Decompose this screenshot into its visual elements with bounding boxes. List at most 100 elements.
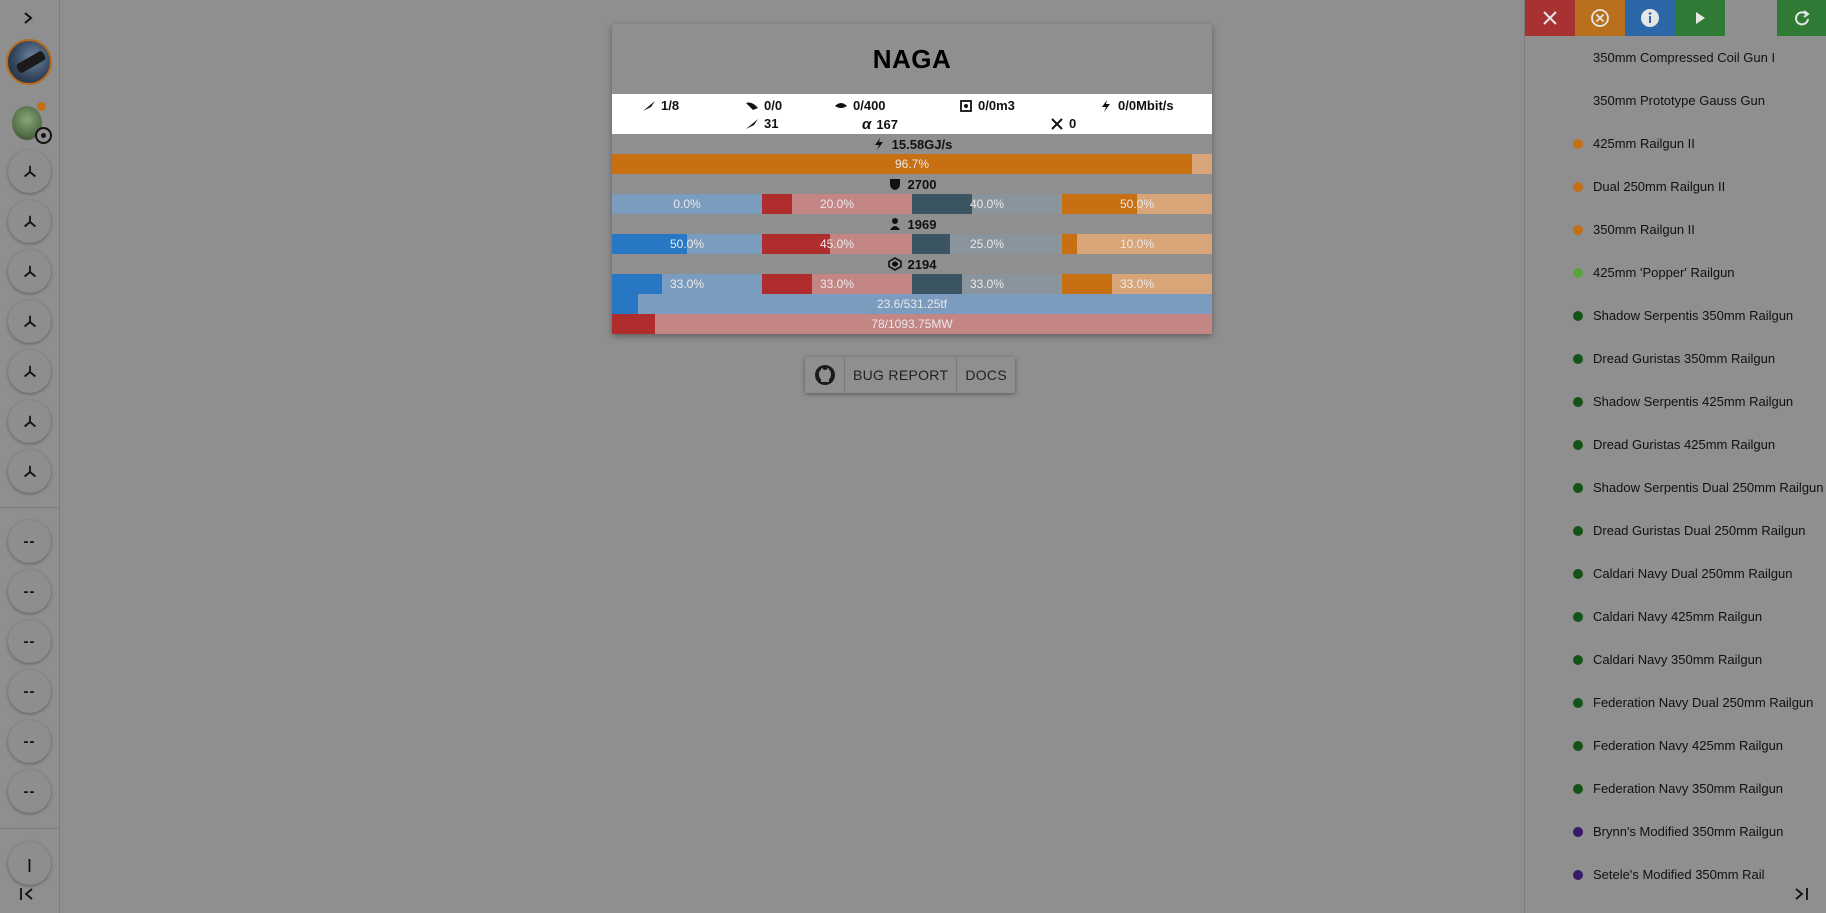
module-list-item[interactable]: Brynn's Modified 350mm Railgun: [1525, 810, 1826, 853]
module-list-item[interactable]: Shadow Serpentis 425mm Railgun: [1525, 380, 1826, 423]
bandwidth-value: 0/0Mbit/s: [1118, 98, 1174, 113]
module-list-item[interactable]: Federation Navy Dual 250mm Railgun: [1525, 681, 1826, 724]
slot-label: --: [23, 533, 36, 550]
mid-slot-button[interactable]: --: [8, 720, 51, 763]
module-list-item-label: Dual 250mm Railgun II: [1593, 179, 1726, 194]
module-list-item[interactable]: Caldari Navy 425mm Railgun: [1525, 595, 1826, 638]
collapse-right-icon[interactable]: [1790, 883, 1812, 905]
meta-dot-wrapper: [1525, 826, 1593, 837]
volume-icon: [960, 99, 972, 112]
turret-count: 31: [764, 116, 779, 131]
drone-bay-icon: [835, 102, 847, 108]
module-thumbnail[interactable]: [6, 100, 52, 146]
meta-dot-wrapper: [1525, 568, 1593, 579]
drone-volume-stat: 0/0m3: [959, 98, 1015, 113]
module-list-item[interactable]: 350mm Prototype Gauss Gun: [1525, 79, 1826, 122]
powergrid-label: 78/1093.75MW: [871, 317, 953, 331]
module-list-item[interactable]: Federation Navy 350mm Railgun: [1525, 767, 1826, 810]
clear-button[interactable]: [1575, 0, 1625, 36]
module-browser-panel: 350mm Compressed Coil Gun I 350mm Prototy…: [1524, 0, 1826, 913]
meta-level-dot: [1573, 310, 1583, 321]
github-icon: [814, 365, 835, 385]
status-dot: [37, 102, 46, 111]
github-button[interactable]: [805, 357, 845, 393]
ship-avatar[interactable]: [6, 39, 52, 85]
high-slot-button[interactable]: [8, 350, 51, 393]
meta-level-dot: [1573, 439, 1583, 450]
module-list-item[interactable]: Dread Guristas Dual 250mm Railgun: [1525, 509, 1826, 552]
mid-slot-button[interactable]: --: [8, 770, 51, 813]
target-icon[interactable]: [35, 127, 52, 144]
close-icon: [1543, 11, 1557, 25]
module-list-item[interactable]: 350mm Compressed Coil Gun I: [1525, 36, 1826, 79]
module-list-item[interactable]: Federation Navy 425mm Railgun: [1525, 724, 1826, 767]
module-list-item[interactable]: Shadow Serpentis Dual 250mm Railgun: [1525, 466, 1826, 509]
kinetic-resist-label: 33.0%: [969, 277, 1005, 291]
high-slot-button[interactable]: [8, 250, 51, 293]
calibration-value: 0: [1069, 116, 1077, 131]
slot-label: --: [23, 633, 36, 650]
high-slot-button[interactable]: [8, 150, 51, 193]
low-slot-button[interactable]: |: [8, 842, 51, 885]
armor-icon: [889, 218, 900, 230]
meta-level-dot: [1573, 525, 1583, 536]
module-list-item-label: Shadow Serpentis Dual 250mm Railgun: [1593, 480, 1824, 495]
module-list-item-label: Brynn's Modified 350mm Railgun: [1593, 824, 1784, 839]
module-list-item-label: Shadow Serpentis 425mm Railgun: [1593, 394, 1794, 409]
bug-report-link[interactable]: BUG REPORT: [845, 357, 958, 393]
meta-level-dot: [1573, 224, 1583, 235]
capacitor-icon: [874, 138, 883, 150]
em-resist-label: 0.0%: [673, 197, 701, 211]
mid-slot-button[interactable]: --: [8, 670, 51, 713]
turret-slot-icon: [23, 165, 36, 177]
mid-slot-button[interactable]: --: [8, 620, 51, 663]
info-button[interactable]: [1625, 0, 1675, 36]
meta-level-dot: [1573, 267, 1583, 278]
module-list-item-label: 350mm Compressed Coil Gun I: [1593, 50, 1776, 65]
module-list-item[interactable]: Dual 250mm Railgun II: [1525, 165, 1826, 208]
module-list-item-label: Setele's Modified 350mm Rail: [1593, 867, 1765, 882]
slot-label: --: [23, 583, 36, 600]
module-list-item[interactable]: Dread Guristas 350mm Railgun: [1525, 337, 1826, 380]
armor-row: 1969: [612, 214, 1212, 234]
meta-level-dot: [1573, 353, 1583, 364]
collapse-left-icon[interactable]: [16, 883, 38, 905]
refresh-button[interactable]: [1777, 0, 1826, 36]
module-list-item[interactable]: 425mm 'Popper' Railgun: [1525, 251, 1826, 294]
meta-level-dot: [1573, 697, 1583, 708]
meta-level-dot: [1573, 740, 1583, 751]
em-resist-segment: 50.0%: [612, 234, 762, 254]
alpha-stat: α 167: [862, 116, 898, 133]
module-list-item[interactable]: Setele's Modified 350mm Rail: [1525, 853, 1826, 896]
docs-link[interactable]: DOCS: [957, 357, 1015, 393]
meta-dot-wrapper: [1525, 525, 1593, 536]
slot-label: --: [23, 683, 36, 700]
turret-slot-icon: [23, 415, 36, 427]
launcher-icon: [643, 100, 655, 111]
module-list-item[interactable]: 350mm Railgun II: [1525, 208, 1826, 251]
module-list-item[interactable]: Dread Guristas 425mm Railgun: [1525, 423, 1826, 466]
rail-divider: [0, 507, 60, 508]
em-resist-label: 33.0%: [669, 277, 705, 291]
close-button[interactable]: [1525, 0, 1575, 36]
capacitor-bar: 96.7%: [612, 154, 1212, 174]
module-list-item[interactable]: Caldari Navy Dual 250mm Railgun: [1525, 552, 1826, 595]
thermal-resist-segment: 33.0%: [762, 274, 912, 294]
module-list-item-label: Shadow Serpentis 350mm Railgun: [1593, 308, 1794, 323]
high-slot-button[interactable]: [8, 300, 51, 343]
module-list-item-label: Federation Navy 350mm Railgun: [1593, 781, 1784, 796]
play-button[interactable]: [1675, 0, 1725, 36]
high-slot-button[interactable]: [8, 450, 51, 493]
module-list-item[interactable]: Shadow Serpentis 350mm Railgun: [1525, 294, 1826, 337]
high-slot-button[interactable]: [8, 200, 51, 243]
high-slot-button[interactable]: [8, 400, 51, 443]
module-list-item[interactable]: Caldari Navy 350mm Railgun: [1525, 638, 1826, 681]
module-list-item-label: Federation Navy Dual 250mm Railgun: [1593, 695, 1814, 710]
slot-label: |: [27, 855, 32, 872]
module-list-item[interactable]: 425mm Railgun II: [1525, 122, 1826, 165]
mid-slot-button[interactable]: --: [8, 520, 51, 563]
mid-slot-button[interactable]: --: [8, 570, 51, 613]
chevron-right-icon[interactable]: [16, 6, 40, 30]
drone-volume-value: 0/0m3: [978, 98, 1015, 113]
